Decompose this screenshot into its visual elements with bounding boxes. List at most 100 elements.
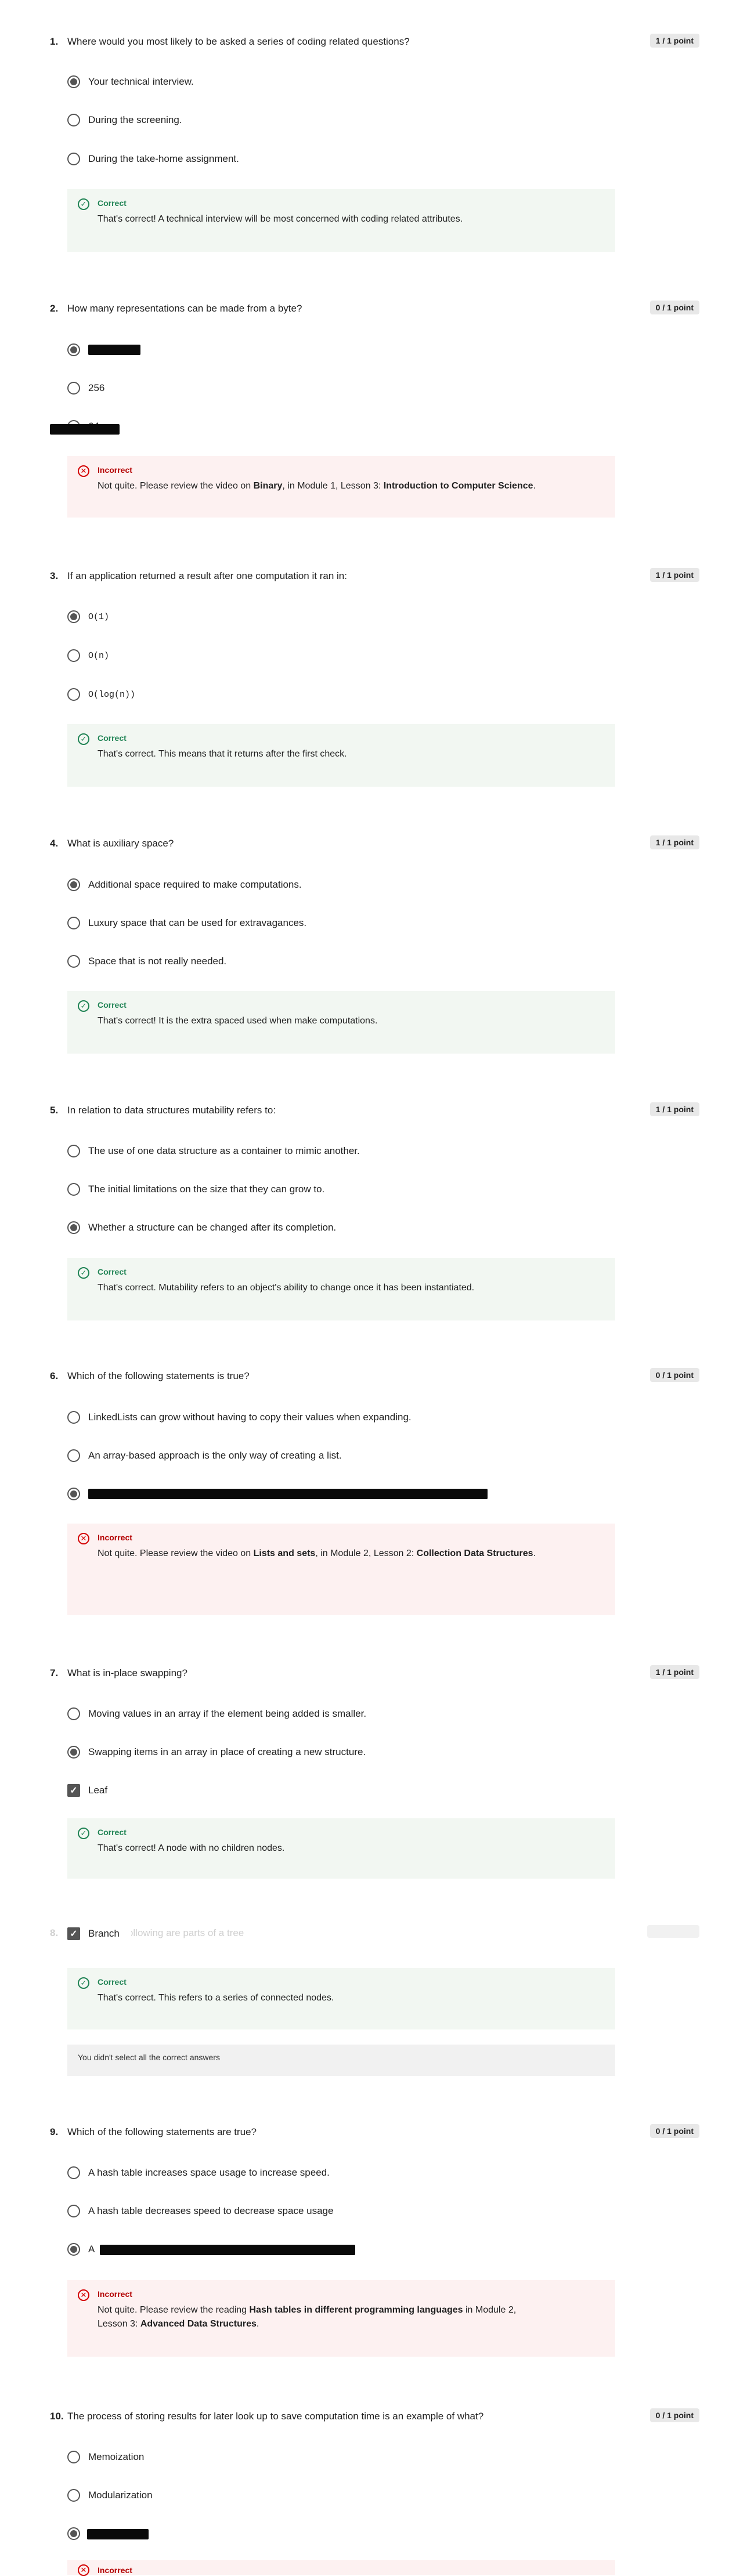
option-2[interactable]: 256 [67, 381, 104, 396]
radio-selected-icon[interactable] [67, 1746, 80, 1759]
question-number: 7. [50, 1667, 59, 1678]
option-label: A hash table increases space usage to in… [88, 2167, 330, 2178]
points-badge: 1 / 1 point [649, 1102, 699, 1116]
option-3[interactable]: Space that is not really needed. [67, 954, 226, 969]
option-label: Branch [88, 1928, 120, 1939]
radio-selected-icon[interactable] [67, 878, 80, 891]
option-label: Memoization [88, 2451, 145, 2462]
option-1[interactable]: ✓ Branch [67, 1926, 131, 1941]
option-3[interactable]: ✓ Leaf [67, 1783, 107, 1798]
check-circle-icon: ✓ [78, 198, 89, 210]
radio-selected-icon[interactable] [67, 75, 80, 88]
option-label: O(n) [88, 650, 110, 661]
x-circle-icon: ✕ [78, 2289, 89, 2301]
radio-icon[interactable] [67, 955, 80, 968]
points-badge: 1 / 1 point [649, 835, 699, 849]
question-text: If an application returned a result afte… [67, 570, 347, 581]
radio-selected-icon[interactable] [67, 1488, 80, 1500]
option-3[interactable]: O(log(n)) [67, 687, 135, 702]
note-text: You didn't select all the correct answer… [78, 2053, 220, 2062]
radio-icon[interactable] [67, 2205, 80, 2217]
option-3[interactable] [67, 1486, 88, 1502]
option-label: Swapping items in an array in place of c… [88, 1746, 366, 1757]
option-2[interactable]: Modularization [67, 2488, 153, 2503]
radio-icon[interactable] [67, 1449, 80, 1462]
checkmark-icon[interactable]: ✓ [67, 1927, 80, 1940]
feedback-message: That's correct. Mutability refers to an … [98, 1283, 475, 1293]
option-2[interactable]: An array-based approach is the only way … [67, 1448, 342, 1463]
check-circle-icon: ✓ [78, 1000, 89, 1012]
option-1[interactable] [67, 342, 88, 357]
question-text: How many representations can be made fro… [67, 303, 302, 314]
question-number: 6. [50, 1370, 59, 1381]
question-number: 5. [50, 1105, 59, 1116]
question-text: Which of the following statements are tr… [67, 2126, 257, 2137]
feedback-message: Not quite. Please review the video on Li… [98, 1549, 536, 1558]
radio-selected-icon[interactable] [67, 2243, 80, 2256]
radio-icon[interactable] [67, 688, 80, 701]
option-label: A [88, 2244, 95, 2255]
option-1[interactable]: A hash table increases space usage to in… [67, 2165, 330, 2180]
feedback-message: That's correct. This means that it retur… [98, 749, 347, 759]
feedback-message: Not quite. Please review the reading Has… [98, 2305, 517, 2329]
radio-icon[interactable] [67, 382, 80, 395]
option-label: The use of one data structure as a conta… [88, 1145, 360, 1156]
x-circle-icon: ✕ [78, 1533, 89, 1544]
option-3[interactable] [67, 2526, 88, 2541]
option-1[interactable]: Memoization [67, 2450, 144, 2465]
feedback-correct: ✓ Correct That's correct. Mutability ref… [67, 1258, 615, 1320]
option-2[interactable]: O(n) [67, 648, 109, 663]
radio-icon[interactable] [67, 2451, 80, 2463]
option-label: A hash table decreases speed to decrease… [88, 2205, 334, 2216]
feedback-status: Correct [98, 198, 127, 208]
feedback-status: Correct [98, 733, 127, 743]
radio-icon[interactable] [67, 1145, 80, 1157]
question-number: 8. [50, 1927, 59, 1938]
feedback-message: That's correct! It is the extra spaced u… [98, 1016, 378, 1026]
question-text: Which of the following statements is tru… [67, 1370, 250, 1381]
radio-icon[interactable] [67, 114, 80, 126]
option-2[interactable]: Swapping items in an array in place of c… [67, 1745, 366, 1760]
radio-icon[interactable] [67, 153, 80, 165]
option-3[interactable]: During the take-home assignment. [67, 151, 239, 167]
feedback-status: Correct [98, 1828, 127, 1837]
radio-selected-icon[interactable] [67, 2527, 80, 2540]
checkmark-icon[interactable]: ✓ [67, 1784, 80, 1797]
question-number: 4. [50, 838, 59, 849]
option-1[interactable]: Moving values in an array if the element… [67, 1706, 366, 1721]
option-label: Whether a structure can be changed after… [88, 1222, 337, 1233]
question-text: In relation to data structures mutabilit… [67, 1105, 276, 1116]
option-3[interactable]: A [67, 2242, 95, 2257]
option-3[interactable]: Whether a structure can be changed after… [67, 1220, 336, 1235]
radio-selected-icon[interactable] [67, 1221, 80, 1234]
option-1[interactable]: O(1) [67, 609, 109, 624]
x-circle-icon: ✕ [78, 2564, 89, 2576]
radio-selected-icon[interactable] [67, 343, 80, 356]
feedback-correct: ✓ Correct That's correct! A node with no… [67, 1818, 615, 1879]
partial-answer-note: You didn't select all the correct answer… [67, 2045, 615, 2076]
option-1[interactable]: LinkedLists can grow without having to c… [67, 1410, 412, 1425]
option-1[interactable]: The use of one data structure as a conta… [67, 1144, 360, 1159]
redaction-bar [88, 345, 140, 355]
option-2[interactable]: During the screening. [67, 113, 182, 128]
option-2[interactable]: A hash table decreases speed to decrease… [67, 2204, 333, 2219]
radio-icon[interactable] [67, 1411, 80, 1424]
feedback-message: That's correct! A node with no children … [98, 1843, 285, 1853]
radio-icon[interactable] [67, 1183, 80, 1196]
option-2[interactable]: The initial limitations on the size that… [67, 1182, 324, 1197]
radio-icon[interactable] [67, 2489, 80, 2502]
radio-icon[interactable] [67, 917, 80, 929]
option-2[interactable]: Luxury space that can be used for extrav… [67, 916, 306, 931]
check-circle-icon: ✓ [78, 1267, 89, 1279]
radio-icon[interactable] [67, 2166, 80, 2179]
radio-icon[interactable] [67, 1707, 80, 1720]
feedback-status: Incorrect [98, 2289, 132, 2299]
option-1[interactable]: Your technical interview. [67, 74, 194, 89]
option-label: O(log(n)) [88, 689, 136, 700]
radio-icon[interactable] [67, 649, 80, 662]
option-label: Luxury space that can be used for extrav… [88, 917, 307, 928]
option-1[interactable]: Additional space required to make comput… [67, 877, 302, 892]
radio-selected-icon[interactable] [67, 610, 80, 623]
feedback-incorrect: ✕ Incorrect Not quite. Please review the… [67, 456, 615, 518]
points-badge: 1 / 1 point [649, 1665, 699, 1679]
